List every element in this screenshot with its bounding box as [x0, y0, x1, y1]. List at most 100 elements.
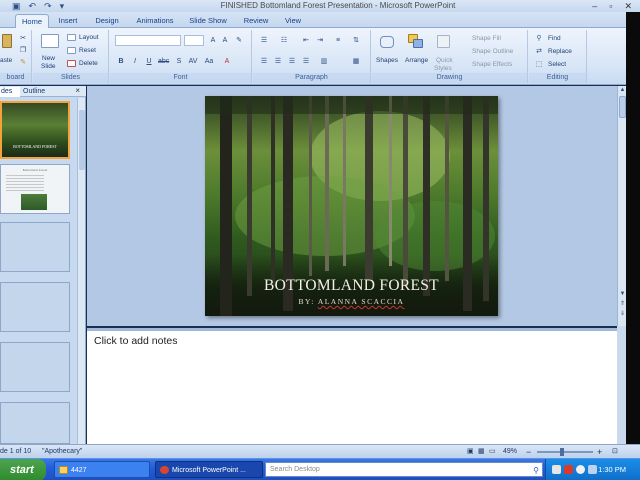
tree-trunk — [271, 96, 275, 286]
tab-outline[interactable]: Outline — [23, 87, 45, 97]
align-left-icon[interactable]: ☰ — [259, 57, 269, 66]
slide-thumbnail-5[interactable] — [0, 342, 70, 392]
tab-slide-show[interactable]: Slide Show — [186, 14, 230, 28]
smartart-icon[interactable]: ▦ — [351, 57, 361, 66]
font-group-label: Font — [110, 73, 251, 83]
italic-icon[interactable]: I — [130, 57, 140, 66]
slides-panel-scroll-thumb[interactable] — [79, 110, 85, 170]
current-slide[interactable]: BOTTOMLAND FOREST BY: ALANNA SCACCIA — [205, 96, 498, 316]
quick-styles-button-line2[interactable]: Styles — [434, 64, 452, 73]
slide-thumbnail-1[interactable]: BOTTOMLAND FOREST — [0, 101, 70, 159]
align-center-icon[interactable]: ☰ — [273, 57, 283, 66]
taskbar-powerpoint-label: Microsoft PowerPoint ... — [172, 467, 246, 474]
tray-app-icon[interactable] — [552, 465, 561, 474]
new-slide-button-line2[interactable]: Slide — [41, 62, 55, 71]
zoom-out-icon[interactable]: − — [526, 446, 531, 458]
maximize-icon[interactable]: ▫ — [609, 0, 612, 12]
zoom-slider-knob[interactable] — [560, 448, 564, 456]
slide-thumbnail-3[interactable] — [0, 222, 70, 272]
bold-icon[interactable]: B — [116, 57, 126, 66]
close-icon[interactable]: ✕ — [624, 0, 632, 12]
numbering-icon[interactable]: ☷ — [279, 36, 289, 45]
font-name-input[interactable] — [115, 35, 181, 46]
columns-icon[interactable]: ▥ — [319, 57, 329, 66]
shape-fill-button[interactable]: Shape Fill — [472, 34, 501, 43]
tab-insert[interactable]: Insert — [53, 14, 83, 28]
taskbar-powerpoint[interactable]: Microsoft PowerPoint ... — [155, 461, 263, 478]
slide-vertical-scrollbar[interactable]: ▲ ▼ ⇑ ⇓ — [617, 86, 626, 326]
close-panel-icon[interactable]: × — [75, 86, 80, 95]
select-button[interactable]: Select — [548, 60, 566, 69]
grow-font-icon[interactable]: A — [208, 36, 218, 45]
tab-design[interactable]: Design — [91, 14, 123, 28]
fit-to-window-icon[interactable]: ⊡ — [612, 446, 618, 458]
taskbar-folder-label: 4427 — [71, 467, 87, 474]
notes-placeholder[interactable]: Click to add notes — [94, 335, 177, 347]
character-spacing-icon[interactable]: AV — [188, 57, 198, 66]
shapes-button[interactable]: Shapes — [376, 56, 398, 65]
shadow-icon[interactable]: S — [174, 57, 184, 66]
editing-group-label: Editing — [529, 73, 586, 83]
underline-icon[interactable]: U — [144, 57, 154, 66]
slide-show-icon[interactable]: ▭ — [489, 446, 496, 458]
slides-panel-scrollbar[interactable] — [77, 98, 85, 444]
tab-view[interactable]: View — [280, 14, 306, 28]
decrease-indent-icon[interactable]: ⇤ — [301, 36, 311, 45]
zoom-in-icon[interactable]: + — [597, 446, 602, 458]
shapes-icon[interactable] — [380, 36, 394, 48]
format-painter-icon[interactable]: ✎ — [18, 58, 28, 67]
new-slide-icon[interactable] — [41, 34, 59, 48]
align-right-icon[interactable]: ☰ — [287, 57, 297, 66]
desktop-search-input[interactable]: Search Desktop ⚲ — [265, 462, 543, 477]
layout-button[interactable]: Layout — [79, 33, 99, 42]
shape-outline-button[interactable]: Shape Outline — [472, 47, 513, 56]
font-size-input[interactable] — [184, 35, 204, 46]
replace-button[interactable]: Replace — [548, 47, 572, 56]
cut-icon[interactable]: ✂ — [18, 34, 28, 43]
slide-subtitle[interactable]: BY: ALANNA SCACCIA — [205, 297, 498, 306]
taskbar-folder-4427[interactable]: 4427 — [54, 461, 150, 478]
slide-thumbnail-6[interactable] — [0, 402, 70, 444]
copy-icon[interactable]: ❐ — [18, 46, 28, 55]
slide-title[interactable]: BOTTOMLAND FOREST — [205, 277, 498, 295]
shape-effects-button[interactable]: Shape Effects — [472, 60, 512, 69]
reset-button[interactable]: Reset — [79, 46, 96, 55]
tray-security-icon[interactable] — [564, 465, 573, 474]
slide-thumbnail-4[interactable] — [0, 282, 70, 332]
minimize-icon[interactable]: – — [592, 0, 597, 12]
slide-sorter-icon[interactable]: ▦ — [478, 446, 485, 458]
window-title: FINISHED Bottomland Forest Presentation … — [220, 1, 456, 10]
paste-button[interactable]: aste — [0, 56, 12, 65]
tab-home[interactable]: Home — [15, 14, 49, 28]
tab-slides[interactable]: des — [0, 87, 20, 97]
change-case-icon[interactable]: Aa — [204, 57, 214, 66]
slide-thumbnail-2[interactable]: Bottomland Forest — [0, 164, 70, 214]
normal-view-icon[interactable]: ▣ — [467, 446, 474, 458]
justify-icon[interactable]: ☰ — [301, 57, 311, 66]
tray-network-icon[interactable] — [576, 465, 585, 474]
tab-animations[interactable]: Animations — [131, 14, 179, 28]
notes-pane[interactable]: Click to add notes — [87, 328, 617, 444]
find-button[interactable]: Find — [548, 34, 561, 43]
clipboard-group-label: board — [0, 73, 31, 83]
strikethrough-icon[interactable]: abc — [158, 57, 169, 66]
line-spacing-icon[interactable]: ≡ — [333, 36, 343, 45]
start-button[interactable]: start — [0, 459, 46, 480]
shrink-font-icon[interactable]: A — [220, 36, 230, 45]
tab-review[interactable]: Review — [239, 14, 273, 28]
font-color-icon[interactable]: A — [222, 57, 232, 66]
increase-indent-icon[interactable]: ⇥ — [315, 36, 325, 45]
paste-icon[interactable] — [2, 34, 12, 48]
delete-button[interactable]: Delete — [79, 59, 98, 68]
arrange-button[interactable]: Arrange — [405, 56, 428, 65]
bullets-icon[interactable]: ☰ — [259, 36, 269, 45]
zoom-slider-track[interactable] — [537, 451, 593, 453]
zoom-level[interactable]: 49% — [503, 446, 517, 458]
search-icon[interactable]: ⚲ — [533, 464, 539, 477]
tray-volume-icon[interactable] — [588, 465, 597, 474]
clear-formatting-icon[interactable]: ✎ — [234, 36, 244, 45]
quick-styles-icon[interactable] — [437, 35, 450, 48]
screen-edge — [626, 12, 640, 444]
text-direction-icon[interactable]: ⇅ — [351, 36, 361, 45]
slide-scroll-thumb[interactable] — [619, 96, 626, 118]
